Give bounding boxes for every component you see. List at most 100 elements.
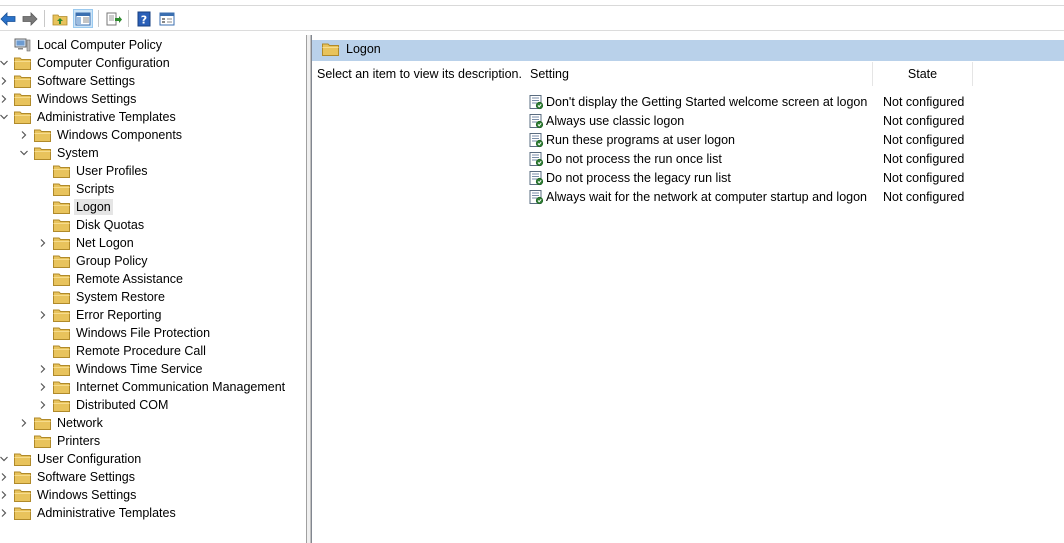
tree-node-software-settings[interactable]: Software Settings	[0, 468, 137, 486]
tree-node-local-computer-policy[interactable]: Local Computer Policy	[0, 36, 164, 54]
setting-name: Always wait for the network at computer …	[546, 189, 867, 204]
chevron-right-icon[interactable]	[36, 308, 50, 322]
policy-setting-icon	[528, 170, 544, 186]
setting-state: Not configured	[883, 151, 965, 166]
chevron-down-icon[interactable]	[0, 452, 11, 466]
export-list-icon[interactable]	[104, 9, 124, 28]
chevron-right-icon[interactable]	[0, 92, 11, 106]
tree-node-label: Windows File Protection	[76, 326, 211, 340]
properties-view-icon[interactable]	[157, 9, 177, 28]
chevron-right-icon[interactable]	[17, 416, 31, 430]
details-header-band: Logon	[312, 40, 1064, 61]
folder-icon	[34, 146, 51, 160]
chevron-right-icon[interactable]	[17, 128, 31, 142]
chevron-right-icon[interactable]	[0, 74, 11, 88]
policy-setting-icon	[528, 151, 544, 167]
chevron-right-icon[interactable]	[0, 506, 11, 520]
table-row[interactable]: Do not process the run once list Not conf…	[524, 149, 964, 168]
folder-icon	[14, 110, 31, 124]
chevron-right-icon[interactable]	[36, 362, 50, 376]
setting-state: Not configured	[883, 189, 965, 204]
chevron-right-icon[interactable]	[36, 380, 50, 394]
tree-node-logon[interactable]: Logon	[36, 198, 113, 216]
column-header-setting[interactable]: Setting	[524, 62, 873, 86]
tree-node-label: Distributed COM	[76, 398, 169, 412]
tree-node-label: Software Settings	[37, 470, 135, 484]
toolbar-divider	[128, 10, 129, 27]
tree-node-label: User Profiles	[76, 164, 148, 178]
tree-node-software-settings[interactable]: Software Settings	[0, 72, 137, 90]
tree-node-user-configuration[interactable]: User Configuration	[0, 450, 143, 468]
table-row[interactable]: Do not process the legacy run list Not co…	[524, 168, 964, 187]
folder-icon	[34, 128, 51, 142]
tree-node-administrative-templates[interactable]: Administrative Templates	[0, 108, 178, 126]
tree-node-label: Internet Communication Management	[76, 380, 286, 394]
console-tree[interactable]: Local Computer Policy Computer Configurat…	[0, 35, 307, 543]
help-icon[interactable]: ?	[134, 9, 154, 28]
tree-node-windows-settings[interactable]: Windows Settings	[0, 486, 138, 504]
table-row[interactable]: Always use classic logon Not configured	[524, 111, 964, 130]
setting-state: Not configured	[883, 113, 965, 128]
chevron-right-icon[interactable]	[36, 398, 50, 412]
table-row[interactable]: Run these programs at user logon Not conf…	[524, 130, 964, 149]
folder-icon	[14, 56, 31, 70]
tree-node-label: Logon	[74, 199, 113, 215]
folder-icon	[53, 362, 70, 376]
chevron-down-icon[interactable]	[0, 56, 11, 70]
policy-setting-icon	[528, 132, 544, 148]
table-row[interactable]: Don't display the Getting Started welcom…	[524, 92, 964, 111]
tree-node-system[interactable]: System	[17, 144, 101, 162]
tree-node-distributed-com[interactable]: Distributed COM	[36, 396, 170, 414]
tree-node-printers[interactable]: Printers	[17, 432, 102, 450]
group-policy-editor-window: ? Local Computer Policy Computer Configur…	[0, 0, 1064, 543]
column-header-state[interactable]: State	[873, 62, 973, 86]
no-expander	[36, 164, 50, 178]
folder-icon	[322, 43, 339, 56]
forward-arrow-icon[interactable]	[20, 9, 40, 28]
tree-node-label: Administrative Templates	[37, 110, 176, 124]
tree-node-system-restore[interactable]: System Restore	[36, 288, 167, 306]
tree-node-windows-file-protection[interactable]: Windows File Protection	[36, 324, 212, 342]
tree-node-windows-components[interactable]: Windows Components	[17, 126, 184, 144]
folder-icon	[53, 164, 70, 178]
policy-setting-icon	[528, 94, 544, 110]
setting-name: Don't display the Getting Started welcom…	[546, 94, 868, 109]
tree-node-windows-time-service[interactable]: Windows Time Service	[36, 360, 204, 378]
chevron-right-icon[interactable]	[0, 470, 11, 484]
policy-setting-icon	[528, 113, 544, 129]
tree-node-network[interactable]: Network	[17, 414, 105, 432]
details-title-label: Logon	[346, 42, 381, 56]
back-arrow-icon[interactable]	[0, 9, 18, 28]
tree-node-label: User Configuration	[37, 452, 142, 466]
chevron-down-icon[interactable]	[0, 110, 11, 124]
chevron-right-icon[interactable]	[0, 488, 11, 502]
tree-node-remote-assistance[interactable]: Remote Assistance	[36, 270, 185, 288]
show-hide-tree-icon[interactable]	[73, 9, 93, 28]
table-row[interactable]: Always wait for the network at computer …	[524, 187, 964, 206]
chevron-down-icon[interactable]	[17, 146, 31, 160]
tree-node-error-reporting[interactable]: Error Reporting	[36, 306, 163, 324]
details-pane: Logon Select an item to view its descrip…	[311, 35, 1064, 543]
tree-node-group-policy[interactable]: Group Policy	[36, 252, 150, 270]
setting-name: Always use classic logon	[546, 113, 685, 128]
no-expander	[36, 182, 50, 196]
toolbar: ?	[0, 6, 1064, 31]
folder-icon	[53, 200, 70, 214]
tree-node-scripts[interactable]: Scripts	[36, 180, 116, 198]
chevron-right-icon[interactable]	[36, 236, 50, 250]
tree-node-net-logon[interactable]: Net Logon	[36, 234, 136, 252]
up-folder-icon[interactable]	[50, 9, 70, 28]
tree-node-user-profiles[interactable]: User Profiles	[36, 162, 150, 180]
tree-node-computer-configuration[interactable]: Computer Configuration	[0, 54, 172, 72]
tree-node-label: Windows Settings	[37, 92, 137, 106]
folder-icon	[14, 74, 31, 88]
tree-node-label: Network	[57, 416, 103, 430]
tree-node-disk-quotas[interactable]: Disk Quotas	[36, 216, 146, 234]
folder-icon	[53, 236, 70, 250]
no-expander	[36, 254, 50, 268]
tree-node-windows-settings[interactable]: Windows Settings	[0, 90, 138, 108]
tree-node-remote-procedure-call[interactable]: Remote Procedure Call	[36, 342, 208, 360]
tree-node-administrative-templates[interactable]: Administrative Templates	[0, 504, 178, 522]
folder-icon	[34, 434, 51, 448]
tree-node-internet-communication-management[interactable]: Internet Communication Management	[36, 378, 287, 396]
